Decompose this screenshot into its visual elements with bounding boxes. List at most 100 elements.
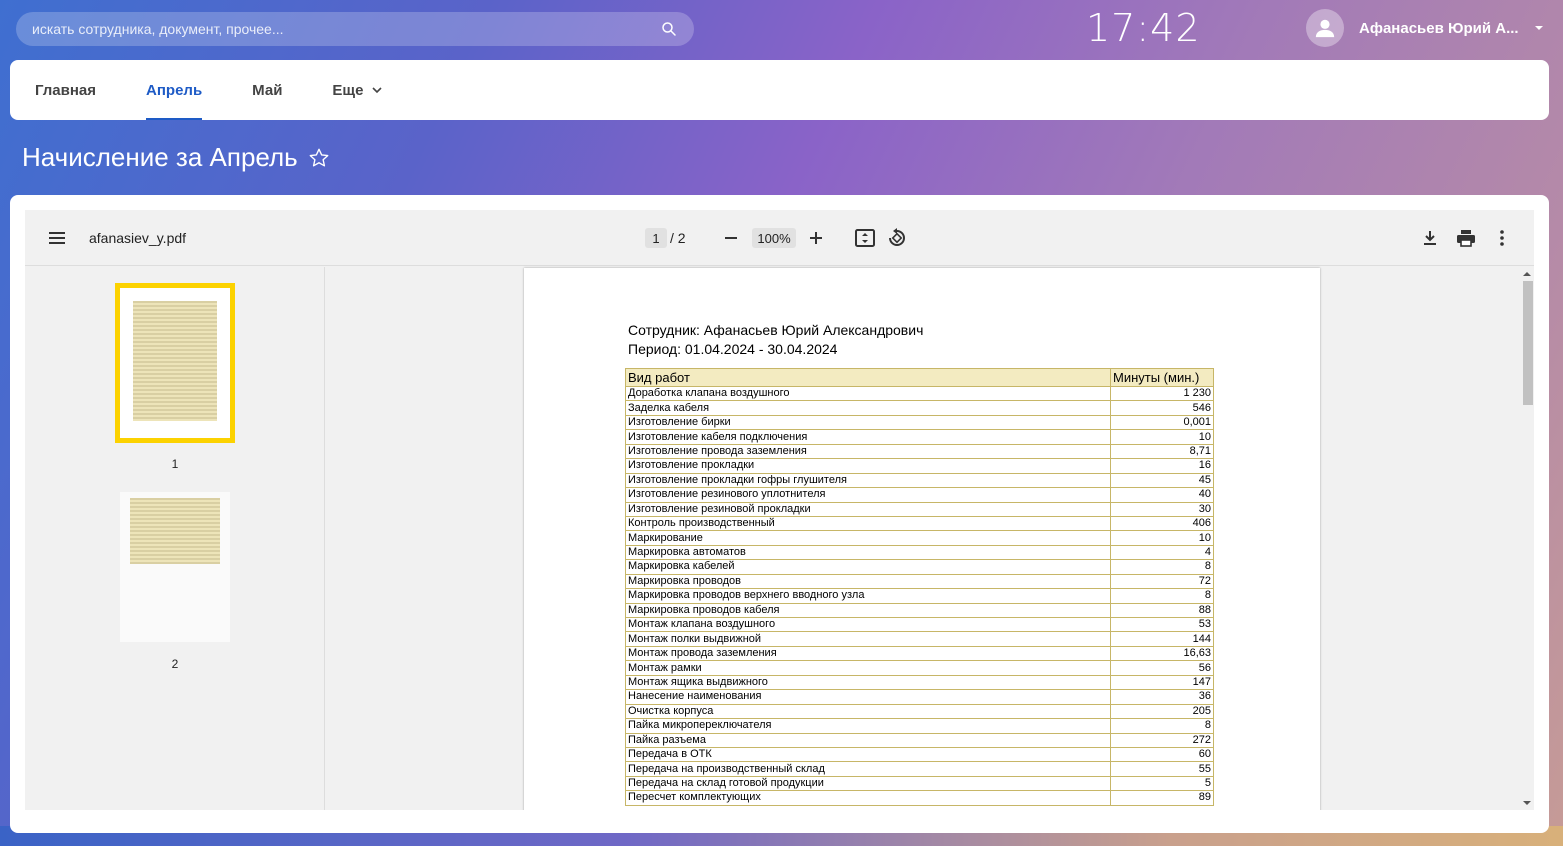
table-row: Монтаж рамки 56 [625,660,1214,676]
table-row: Изготовление резинового уплотнителя 40 [625,487,1214,503]
work-type-cell: Маркировка проводов кабеля [625,602,1111,619]
work-type-cell: Нанесение наименования [625,689,1111,705]
zoom-in-icon[interactable] [806,228,826,248]
table-row: Маркировка проводов кабеля 88 [625,602,1214,619]
table-row: Монтаж ящика выдвижного 147 [625,674,1214,691]
work-type-cell: Монтаж клапана воздушного [625,616,1111,633]
thumbnail-label: 2 [171,657,179,671]
table-row: Маркирование 10 [625,530,1214,546]
table-row: Контроль производственный 406 [625,515,1214,532]
work-type-cell: Маркировка проводов верхнего вводного уз… [625,588,1111,604]
rotate-icon[interactable] [886,228,908,248]
star-icon[interactable] [308,147,330,169]
minutes-cell: 72 [1110,573,1214,590]
work-type-cell: Контроль производственный [625,515,1111,532]
scrollbar[interactable] [1520,267,1534,810]
thumbnail-preview [130,498,220,564]
pdf-viewer: afanasiev_y.pdf 1 / 2 100% 1 2 Сотрудник… [25,210,1534,810]
page-title: Начисление за Апрель [22,142,330,173]
fit-page-icon[interactable] [854,228,876,248]
table-row: Маркировка автоматов 4 [625,544,1214,561]
scroll-up-icon[interactable] [1522,269,1532,279]
work-type-cell: Изготовление провода заземления [625,443,1111,460]
minutes-cell: 546 [1110,400,1214,416]
minutes-cell: 1 230 [1110,385,1214,402]
minutes-cell: 36 [1110,689,1214,705]
work-type-cell: Передача на склад готовой продукции [625,775,1111,792]
work-type-cell: Пайка микропереключателя [625,718,1111,734]
chevron-down-icon[interactable] [1533,22,1545,34]
work-type-cell: Изготовление прокладки гофры глушителя [625,472,1111,489]
minutes-cell: 40 [1110,487,1214,503]
work-type-cell: Монтаж рамки [625,660,1111,676]
table-row: Маркировка кабелей 8 [625,559,1214,575]
work-type-cell: Заделка кабеля [625,400,1111,416]
column-header-minutes: Минуты (мин.) [1110,368,1214,387]
minutes-cell: 0,001 [1110,414,1214,431]
minutes-cell: 88 [1110,602,1214,619]
table-row: Нанесение наименования 36 [625,689,1214,705]
page-thumbnail-1[interactable] [115,283,235,443]
table-row: Монтаж полки выдвижной 144 [625,631,1214,647]
clock: 17:42 [1086,6,1201,50]
search-input[interactable]: искать сотрудника, документ, прочее... [32,21,660,37]
minutes-cell: 4 [1110,544,1214,561]
work-type-cell: Очистка корпуса [625,703,1111,720]
document-header: Сотрудник: Афанасьев Юрий Александрович … [628,321,923,359]
file-name: afanasiev_y.pdf [89,230,187,246]
thumbnail-label: 1 [171,457,179,471]
user-name[interactable]: Афанасьев Юрий А... [1359,20,1519,37]
scroll-down-icon[interactable] [1522,798,1532,808]
tab-april[interactable]: Апрель [146,60,203,120]
minutes-cell: 56 [1110,660,1214,676]
table-row: Изготовление прокладки гофры глушителя 45 [625,472,1214,489]
table-row: Изготовление кабеля подключения 10 [625,429,1214,445]
search-icon[interactable] [660,20,678,38]
page-number-input[interactable]: 1 [645,228,667,248]
work-type-cell: Монтаж провода заземления [625,645,1111,662]
table-row: Изготовление провода заземления 8,71 [625,443,1214,460]
work-type-cell: Изготовление резиновой прокладки [625,501,1111,517]
work-type-cell: Передача в ОТК [625,746,1111,763]
download-icon[interactable] [1420,228,1440,248]
print-icon[interactable] [1455,228,1477,248]
work-type-cell: Передача на производственный склад [625,761,1111,777]
work-type-cell: Изготовление прокладки [625,458,1111,474]
page-thumbnail-2[interactable] [120,492,230,642]
minutes-cell: 10 [1110,429,1214,445]
minutes-cell: 10 [1110,530,1214,546]
user-menu[interactable]: Афанасьев Юрий А... [1306,9,1545,47]
tab-more[interactable]: Еще [332,60,383,120]
minutes-cell: 8,71 [1110,443,1214,460]
column-header-work: Вид работ [625,368,1111,387]
search-bar[interactable]: искать сотрудника, документ, прочее... [16,12,694,46]
minutes-cell: 272 [1110,732,1214,748]
menu-icon[interactable] [47,228,67,248]
minutes-cell: 147 [1110,674,1214,691]
viewer-card: afanasiev_y.pdf 1 / 2 100% 1 2 Сотрудник… [10,195,1549,833]
minutes-cell: 8 [1110,559,1214,575]
thumbnail-preview [133,301,217,421]
chevron-down-icon [372,87,383,94]
work-table: Вид работ Минуты (мин.) Доработка клапан… [625,368,1214,806]
work-type-cell: Монтаж ящика выдвижного [625,674,1111,691]
work-type-cell: Маркировка автоматов [625,544,1111,561]
thumbnail-sidebar: 1 2 [25,267,325,810]
zoom-out-icon[interactable] [721,228,741,248]
work-type-cell: Маркировка проводов [625,573,1111,590]
minutes-cell: 144 [1110,631,1214,647]
avatar[interactable] [1306,9,1344,47]
work-type-cell: Пайка разъема [625,732,1111,748]
more-options-icon[interactable] [1492,228,1512,248]
table-row: Изготовление резиновой прокладки 30 [625,501,1214,517]
table-row: Передача на производственный склад 55 [625,761,1214,777]
table-row: Доработка клапана воздушного 1 230 [625,385,1214,402]
table-row: Передача в ОТК 60 [625,746,1214,763]
scroll-thumb[interactable] [1523,281,1533,405]
zoom-level[interactable]: 100% [752,228,796,248]
tab-main[interactable]: Главная [35,60,96,120]
tab-may[interactable]: Май [252,60,282,120]
table-row: Маркировка проводов верхнего вводного уз… [625,588,1214,604]
table-row: Пайка микропереключателя 8 [625,718,1214,734]
minutes-cell: 55 [1110,761,1214,777]
